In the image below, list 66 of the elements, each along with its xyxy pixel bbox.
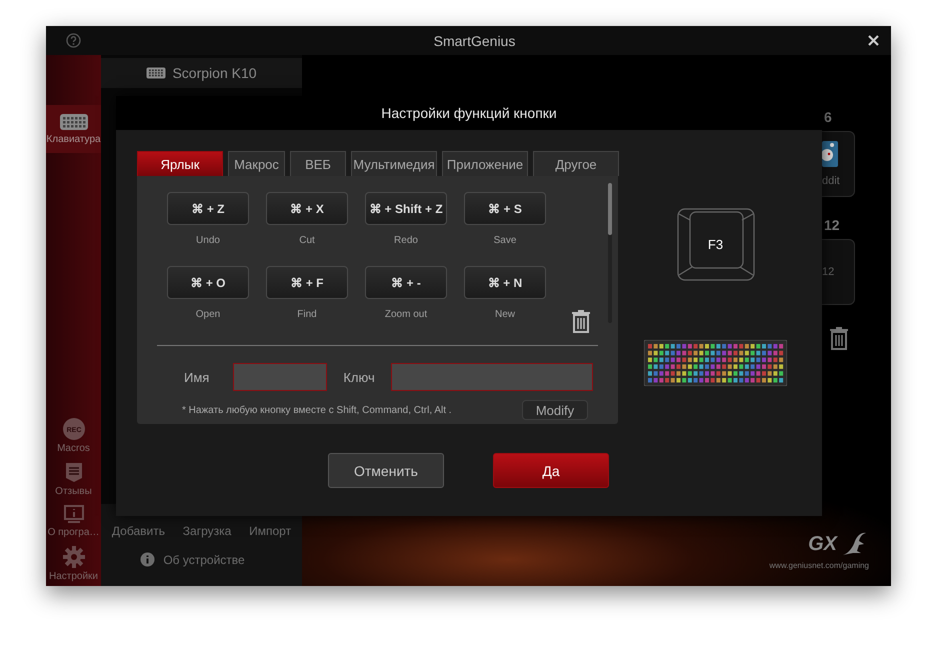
shortcut-label: New [494, 308, 515, 322]
cancel-button[interactable]: Отменить [328, 453, 444, 488]
brand-logo: GX [808, 529, 869, 559]
ok-button[interactable]: Да [493, 453, 609, 488]
shortcut-label: Undo [196, 234, 220, 248]
tab[interactable]: Приложение [442, 151, 528, 176]
sidebar-label: Macros [57, 443, 90, 454]
sidebar-label: Настройки [48, 571, 98, 582]
tab[interactable]: Мультимедия [351, 151, 437, 176]
key-label: F3 [706, 236, 724, 254]
help-icon[interactable] [66, 33, 81, 48]
info-icon [140, 552, 156, 567]
keyboard-icon [146, 67, 166, 79]
close-icon[interactable] [868, 35, 879, 46]
key-field[interactable] [390, 363, 593, 391]
sidebar-item[interactable]: Отзывы [46, 458, 101, 501]
app-icon [822, 141, 838, 167]
key-slot-label: ddit [822, 175, 840, 187]
shortcut-label: Find [297, 308, 317, 322]
sidebar-label: О програ… [48, 527, 100, 538]
document-icon [64, 462, 82, 483]
shortcut-button[interactable]: ⌘ + Shift + Z [365, 192, 447, 225]
hint-text: * Нажать любую кнопку вместе с Shift, Command, Ctrl, Alt . [182, 404, 452, 416]
tab[interactable]: Другое [533, 151, 619, 176]
device-name: Scorpion K10 [172, 65, 257, 81]
shortcut-button[interactable]: ⌘ + F [266, 266, 348, 299]
monitor-info-icon [64, 505, 84, 524]
shortcut-label: Zoom out [384, 308, 428, 322]
trash-icon[interactable] [572, 310, 590, 333]
website-url: www.geniusnet.com/gaming [769, 561, 869, 570]
device-info-link[interactable]: Об устройстве [163, 552, 245, 566]
keyboard-icon [58, 113, 88, 131]
shortcut-button[interactable]: ⌘ + Z [167, 192, 249, 225]
sidebar-item[interactable]: О програ… [46, 501, 101, 542]
sidebar-item[interactable]: Настройки [46, 542, 101, 586]
action-link[interactable]: Загрузка [182, 524, 232, 538]
scrollbar[interactable] [608, 183, 612, 323]
shortcut-button[interactable]: ⌘ + X [266, 192, 348, 225]
trash-icon[interactable] [830, 327, 848, 350]
shortcut-label: Save [494, 234, 516, 248]
field-label: Ключ [343, 370, 375, 384]
settings-icon [62, 546, 84, 568]
sidebar-label: Отзывы [55, 486, 92, 497]
key-slot[interactable]: ddit [822, 131, 855, 197]
action-link[interactable]: Импорт [249, 524, 292, 538]
sidebar-label: Клавиатура [46, 134, 101, 145]
window-title: SmartGenius [434, 32, 516, 48]
key-slot-number: 6 [824, 109, 832, 125]
sidebar-item[interactable]: Клавиатура [46, 105, 101, 153]
shortcut-button[interactable]: ⌘ + S [464, 192, 546, 225]
shortcut-label: Open [196, 308, 220, 322]
tab[interactable]: ВЕБ [290, 151, 346, 176]
shortcut-label: Cut [299, 234, 315, 248]
shortcut-label: Redo [394, 234, 418, 248]
name-field[interactable] [233, 363, 328, 391]
tab[interactable]: Ярлык [137, 151, 223, 176]
dialog-title: Настройки функций кнопки [381, 105, 557, 121]
modify-button[interactable]: Modify [522, 400, 588, 420]
shortcut-button[interactable]: ⌘ + - [365, 266, 447, 299]
action-link[interactable]: Добавить [112, 524, 165, 538]
key-slot-label: 12 [822, 266, 834, 278]
tab[interactable]: Макрос [228, 151, 285, 176]
field-label: Имя [184, 370, 210, 384]
key-slot-number: 12 [824, 217, 840, 233]
shortcut-button[interactable]: ⌘ + N [464, 266, 546, 299]
shortcut-button[interactable]: ⌘ + O [167, 266, 249, 299]
